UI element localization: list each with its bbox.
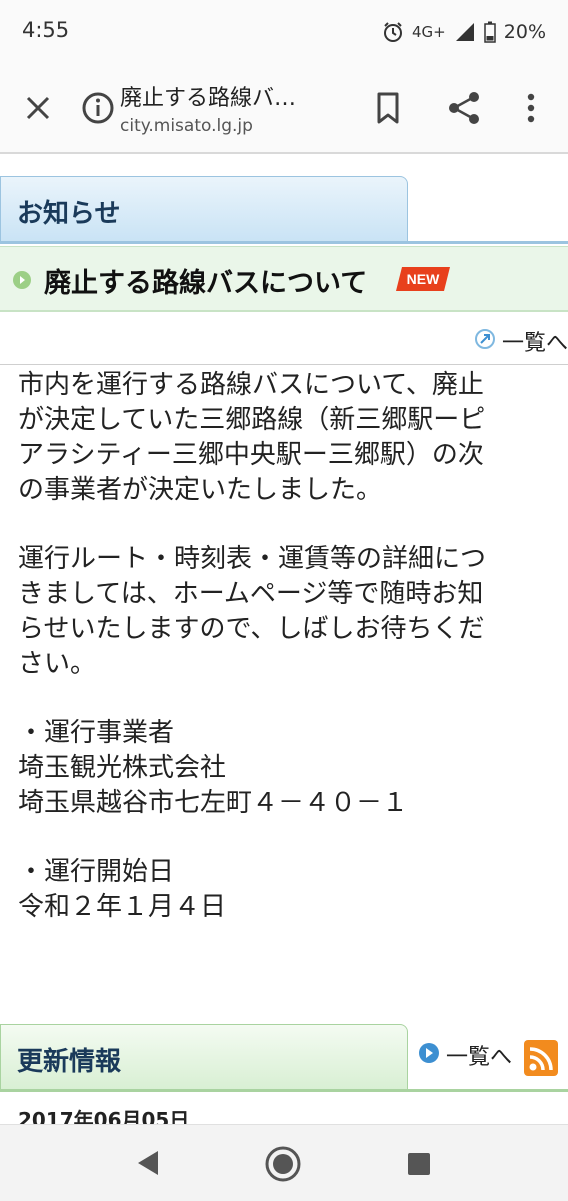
page-title[interactable]: 廃止する路線バ… <box>120 80 296 112</box>
bullet-icon <box>12 270 32 290</box>
back-icon[interactable] <box>132 1147 164 1179</box>
system-nav-bar <box>0 1124 568 1201</box>
close-icon[interactable] <box>18 86 58 130</box>
body-line: 運行ルート・時刻表・運賃等の詳細につ <box>18 544 487 574</box>
battery-percent: 20% <box>503 21 546 43</box>
body-line: の事業者が決定いたしました。 <box>18 475 383 505</box>
more-options-icon[interactable] <box>514 88 548 128</box>
article-title: 廃止する路線バスについて <box>44 268 368 299</box>
body-line: 市内を運行する路線バスについて、廃止 <box>18 370 484 400</box>
status-bar: 4:55 4G+ 20% <box>0 0 568 64</box>
bookmark-icon[interactable] <box>368 88 408 128</box>
share-icon[interactable] <box>444 88 484 128</box>
section-header-updates: 更新情報 <box>0 1024 408 1090</box>
section-header-text: お知らせ <box>17 199 121 229</box>
status-time: 4:55 <box>22 18 70 42</box>
arrow-circle-icon <box>474 328 496 354</box>
network-type: 4G+ <box>412 23 446 41</box>
new-badge-text: NEW <box>407 271 440 287</box>
body-line: ・運行開始日 <box>18 857 175 887</box>
body-line: 埼玉県越谷市七左町４－４０－１ <box>18 788 409 818</box>
divider <box>0 1089 568 1092</box>
body-line: 令和２年１月４日 <box>18 892 227 922</box>
body-line <box>18 682 562 716</box>
updates-list-link[interactable]: 一覧へ <box>418 1040 512 1070</box>
divider <box>0 364 568 365</box>
battery-icon <box>484 21 496 43</box>
browser-toolbar: 廃止する路線バ… city.misato.lg.jp <box>0 64 568 154</box>
status-icons: 4G+ 20% <box>382 18 546 46</box>
body-line: 埼玉観光株式会社 <box>18 753 227 783</box>
signal-icon <box>454 21 476 43</box>
update-date: 2017年06月05日 <box>18 1108 190 1124</box>
body-line: が決定していた三郷路線（新三郷駅ーピ <box>18 405 486 435</box>
article-body: 市内を運行する路線バスについて、廃止 が決定していた三郷路線（新三郷駅ーピ アラ… <box>18 368 562 925</box>
page-content: お知らせ 廃止する路線バスについて NEW 一覧へ 市内を運行する路線バスについ… <box>0 154 568 1124</box>
body-line: アラシティー三郷中央駅ー三郷駅）の次 <box>18 440 484 470</box>
recent-apps-icon[interactable] <box>404 1149 434 1179</box>
info-icon[interactable] <box>80 90 116 126</box>
body-line <box>18 821 562 855</box>
body-line: らせいたしますので、しばしお待ちくだ <box>18 614 485 644</box>
updates-list-link-text[interactable]: 一覧へ <box>446 1039 512 1071</box>
new-badge: NEW <box>396 267 450 291</box>
article-title-box: 廃止する路線バスについて NEW <box>0 246 568 312</box>
alarm-icon <box>382 21 404 43</box>
home-icon[interactable] <box>264 1145 302 1183</box>
page-url[interactable]: city.misato.lg.jp <box>120 116 253 136</box>
article-list-link-text[interactable]: 一覧へ <box>502 325 568 357</box>
updates-header-text: 更新情報 <box>17 1047 122 1077</box>
section-header-notice: お知らせ <box>0 176 408 242</box>
body-line: きましては、ホームページ等で随時お知 <box>18 579 484 609</box>
article-list-link[interactable]: 一覧へ <box>474 326 568 356</box>
play-circle-icon <box>418 1042 440 1068</box>
rss-icon[interactable] <box>524 1040 558 1076</box>
divider <box>0 241 568 244</box>
body-line <box>18 508 562 542</box>
body-line: ・運行事業者 <box>18 718 175 748</box>
body-line: さい。 <box>18 649 97 679</box>
